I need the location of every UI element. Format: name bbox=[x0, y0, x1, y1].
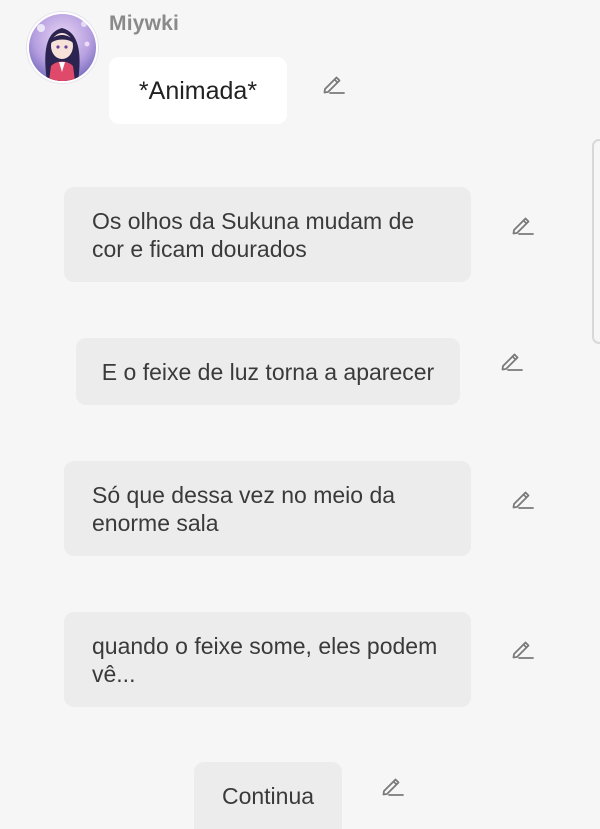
author-name[interactable]: Miywki bbox=[109, 12, 179, 36]
message-text: *Animada* bbox=[138, 76, 258, 105]
edit-continue-button[interactable] bbox=[379, 772, 405, 798]
reply-text: Os olhos da Sukuna mudam de cor e ficam … bbox=[92, 207, 415, 262]
reply-text: Só que dessa vez no meio da enorme sala bbox=[92, 481, 396, 536]
continue-label: Continua bbox=[221, 782, 315, 809]
reply-option-1[interactable]: Os olhos da Sukuna mudam de cor e ficam … bbox=[64, 187, 471, 282]
scrollbar-thumb[interactable] bbox=[592, 139, 600, 344]
reply-text: quando o feixe some, eles podem vê... bbox=[92, 632, 438, 687]
edit-reply-1-button[interactable] bbox=[509, 211, 535, 237]
pencil-icon bbox=[382, 778, 404, 796]
pencil-icon bbox=[323, 76, 345, 94]
pencil-icon bbox=[512, 641, 534, 659]
author-avatar[interactable] bbox=[27, 12, 98, 83]
edit-reply-3-button[interactable] bbox=[509, 485, 535, 511]
edit-reply-2-button[interactable] bbox=[498, 347, 524, 373]
continue-button[interactable]: Continua bbox=[194, 762, 342, 829]
reply-option-2[interactable]: E o feixe de luz torna a aparecer bbox=[76, 338, 460, 405]
pencil-icon bbox=[512, 217, 534, 235]
edit-reply-4-button[interactable] bbox=[509, 635, 535, 661]
reply-option-4[interactable]: quando o feixe some, eles podem vê... bbox=[64, 612, 471, 707]
message-bubble: *Animada* bbox=[109, 57, 287, 124]
reply-text: E o feixe de luz torna a aparecer bbox=[101, 358, 435, 385]
pencil-icon bbox=[512, 491, 534, 509]
reply-option-3[interactable]: Só que dessa vez no meio da enorme sala bbox=[64, 461, 471, 556]
pencil-icon bbox=[501, 353, 523, 371]
edit-message-button[interactable] bbox=[320, 70, 346, 96]
avatar-image bbox=[29, 14, 96, 81]
